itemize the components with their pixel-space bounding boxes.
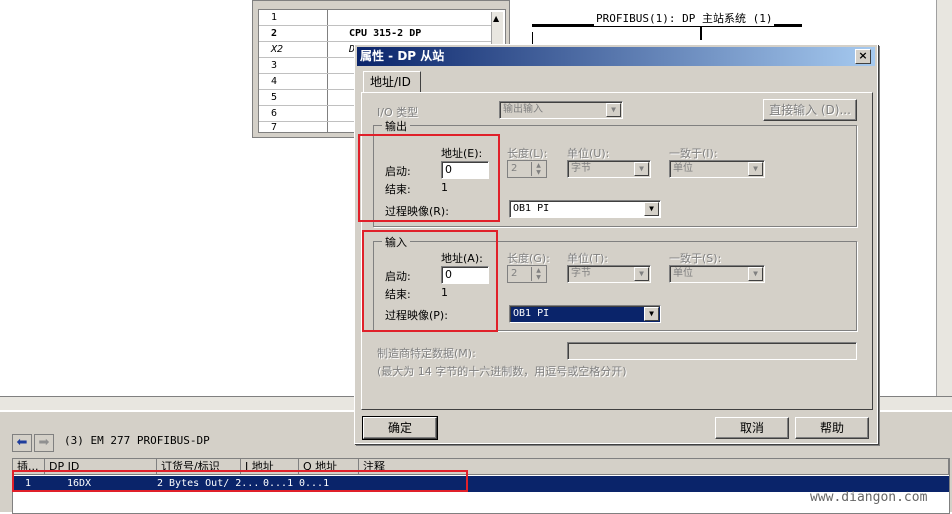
cancel-button[interactable]: 取消 — [715, 417, 789, 439]
rack-slot-row[interactable]: 1 — [259, 10, 495, 26]
slot-module — [329, 10, 491, 26]
slot-number: 1 — [271, 12, 278, 23]
input-length-label: 长度(G): — [507, 252, 550, 265]
io-type-select[interactable]: 输出输入 ▼ — [499, 101, 623, 119]
output-highlight-box — [358, 134, 500, 222]
input-highlight-box — [362, 230, 498, 332]
output-unit-label: 单位(U): — [567, 147, 610, 160]
manufacturer-data-label: 制造商特定数据(M): — [377, 347, 476, 360]
scroll-up-icon[interactable]: ▲ — [493, 14, 499, 23]
dialog-titlebar[interactable]: 属性 - DP 从站 × — [357, 47, 875, 66]
help-button[interactable]: 帮助 — [795, 417, 869, 439]
input-unit-select[interactable]: 字节 ▼ — [567, 265, 651, 283]
tab-address-id[interactable]: 地址/ID — [363, 71, 421, 93]
chevron-down-icon: ▼ — [644, 307, 659, 321]
slot-number: 5 — [271, 92, 278, 103]
output-length-spinner[interactable]: 2 ▲ ▼ — [507, 160, 547, 178]
manufacturer-data-hint: (最大为 14 字节的十六进制数，用逗号或空格分开) — [377, 365, 627, 378]
chevron-down-icon: ▼ — [748, 267, 763, 281]
output-unit-select[interactable]: 字节 ▼ — [567, 160, 651, 178]
chevron-down-icon: ▼ — [634, 267, 649, 281]
vertical-scrollbar[interactable] — [936, 0, 952, 396]
output-process-image-select[interactable]: OB1 PI ▼ — [509, 200, 661, 218]
slot-number: 2 — [271, 28, 278, 39]
slot-number: 4 — [271, 76, 278, 87]
watermark: www.diangon.com — [810, 490, 928, 505]
input-length-spinner[interactable]: 2 ▲ ▼ — [507, 265, 547, 283]
input-length-value: 2 — [511, 268, 518, 279]
module-title: (3) EM 277 PROFIBUS-DP — [64, 434, 210, 447]
slot-number: 3 — [271, 60, 278, 71]
chevron-down-icon: ▼ — [634, 162, 649, 176]
slot-number: 6 — [271, 108, 278, 119]
right-arrow-icon[interactable]: ➡ — [34, 434, 54, 452]
output-length-value: 2 — [511, 163, 518, 174]
input-process-image-select[interactable]: OB1 PI ▼ — [509, 305, 661, 323]
row-highlight-box — [12, 470, 468, 492]
chevron-down-icon: ▼ — [644, 202, 659, 216]
chevron-down-icon: ▼ — [606, 103, 621, 117]
output-length-label: 长度(L): — [507, 147, 548, 160]
input-consistent-label: 一致于(S): — [669, 252, 722, 265]
slot-module: CPU 315-2 DP — [349, 28, 422, 39]
io-type-value: 输出输入 — [503, 104, 543, 115]
output-process-image-value: OB1 PI — [513, 203, 550, 214]
left-arrow-icon[interactable]: ⬅ — [12, 434, 32, 452]
dialog-title: 属性 - DP 从站 — [360, 49, 445, 63]
input-process-image-value: OB1 PI — [513, 308, 550, 319]
slot-number: 7 — [271, 122, 278, 133]
chevron-down-icon: ▼ — [748, 162, 763, 176]
ok-button[interactable]: 确定 — [362, 416, 438, 440]
spin-arrows-icon[interactable]: ▲ ▼ — [531, 162, 545, 176]
close-icon[interactable]: × — [855, 49, 871, 64]
output-consistent-label: 一致于(I): — [669, 147, 718, 160]
profibus-drop-line — [700, 26, 702, 40]
rack-slot-row[interactable]: 2 CPU 315-2 DP — [259, 26, 495, 42]
input-consistent-select[interactable]: 单位 ▼ — [669, 265, 765, 283]
input-unit-label: 单位(T): — [567, 252, 609, 265]
output-group-title: 输出 — [382, 118, 410, 134]
spin-arrows-icon[interactable]: ▲ ▼ — [531, 267, 545, 281]
profibus-label: PROFIBUS(1): DP 主站系统 (1) — [594, 10, 775, 26]
manufacturer-data-field[interactable] — [567, 342, 857, 360]
output-consistent-select[interactable]: 单位 ▼ — [669, 160, 765, 178]
direct-input-button[interactable]: 直接输入 (D)... — [763, 99, 857, 121]
slot-number: X2 — [271, 44, 284, 55]
